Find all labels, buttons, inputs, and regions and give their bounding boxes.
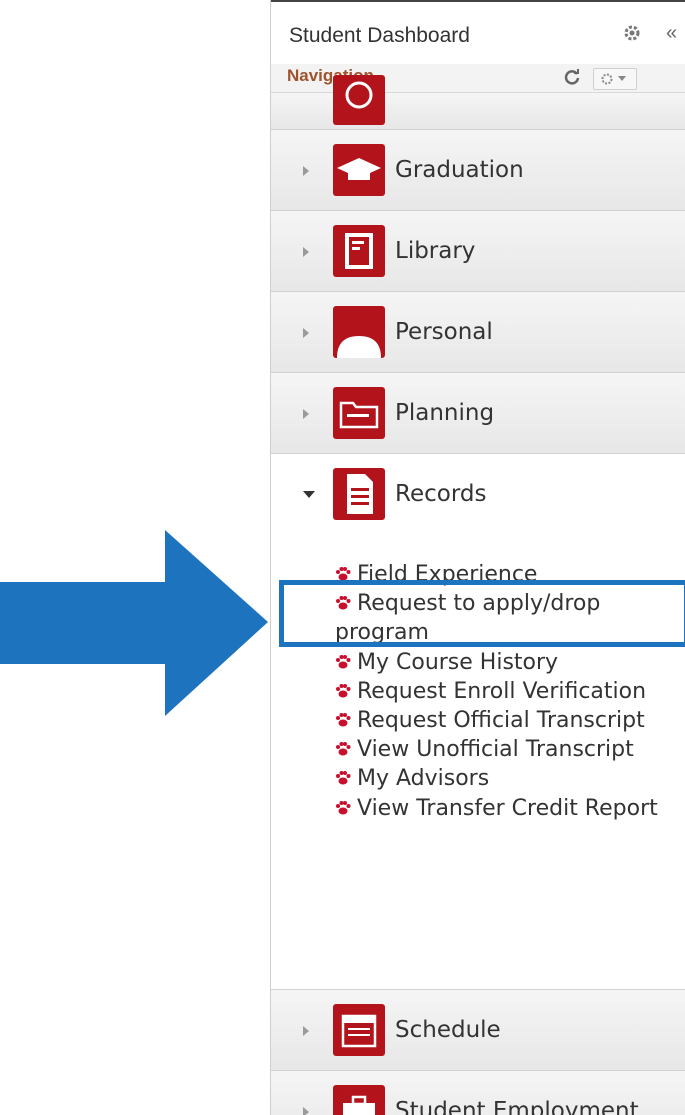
refresh-icon[interactable]	[563, 68, 581, 86]
link-view-unofficial-transcript[interactable]: View Unofficial Transcript	[335, 735, 680, 764]
paw-icon	[336, 771, 351, 785]
link-view-transfer-credit-report[interactable]: View Transfer Credit Report	[335, 794, 680, 823]
panel-title: Student Dashboard	[289, 24, 470, 47]
category-graduation[interactable]: Graduation	[271, 129, 685, 211]
link-label: My Course History	[357, 649, 559, 675]
paw-icon	[336, 654, 351, 669]
link-request-enroll-verification[interactable]: Request Enroll Verification	[335, 677, 680, 706]
category-label: Records	[395, 481, 487, 507]
folder-icon	[333, 387, 385, 439]
paw-icon	[336, 742, 351, 756]
navigation-options-button[interactable]	[593, 68, 637, 90]
category-label: Personal	[395, 319, 493, 345]
document-icon	[333, 468, 385, 520]
category-label: Graduation	[395, 157, 524, 183]
category-label: Planning	[395, 400, 495, 426]
annotation-arrow	[0, 530, 268, 716]
graduation-cap-icon	[333, 144, 385, 196]
link-label: My Advisors	[357, 766, 490, 792]
category-planning[interactable]: Planning	[271, 372, 685, 454]
annotation-highlight-box	[279, 580, 685, 647]
link-my-advisors[interactable]: My Advisors	[335, 764, 680, 793]
link-label: Request Official Transcript	[357, 708, 645, 734]
category-label: Student Employment	[395, 1098, 639, 1115]
panel-header: Student Dashboard «	[271, 2, 685, 64]
link-request-official-transcript[interactable]: Request Official Transcript	[335, 706, 680, 735]
category-schedule[interactable]: Schedule	[271, 989, 685, 1071]
expand-caret-icon	[303, 328, 309, 338]
partial-category-row	[271, 75, 685, 129]
paw-icon	[336, 713, 351, 727]
category-label: Library	[395, 238, 476, 264]
category-student-employment[interactable]: Student Employment	[271, 1070, 685, 1115]
link-my-course-history[interactable]: My Course History	[335, 648, 680, 677]
book-icon	[333, 225, 385, 277]
expand-caret-icon	[303, 409, 309, 419]
expand-caret-icon	[303, 1107, 309, 1115]
category-records[interactable]: Records	[271, 453, 685, 535]
collapse-caret-icon	[303, 491, 315, 498]
category-personal[interactable]: Personal	[271, 291, 685, 373]
partial-category-icon	[333, 75, 385, 125]
gear-dropdown-icon	[601, 73, 626, 85]
paw-icon	[336, 800, 351, 815]
calendar-icon	[333, 1004, 385, 1056]
person-icon	[333, 306, 385, 358]
collapse-panel-button[interactable]: «	[666, 22, 677, 45]
paw-icon	[336, 683, 351, 698]
category-label: Schedule	[395, 1017, 501, 1043]
expand-caret-icon	[303, 247, 309, 257]
link-label: View Transfer Credit Report	[357, 795, 658, 821]
gear-icon[interactable]	[623, 24, 641, 42]
category-library[interactable]: Library	[271, 210, 685, 292]
expand-caret-icon	[303, 1026, 309, 1036]
link-label: View Unofficial Transcript	[357, 737, 634, 763]
student-dashboard-panel: Student Dashboard « Navigation Graduatio…	[270, 0, 685, 1115]
briefcase-icon	[333, 1085, 385, 1115]
expand-caret-icon	[303, 166, 309, 176]
link-label: Request Enroll Verification	[357, 678, 647, 704]
